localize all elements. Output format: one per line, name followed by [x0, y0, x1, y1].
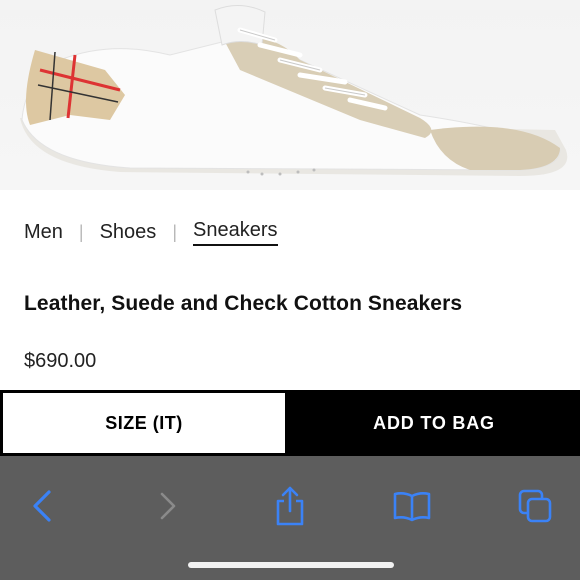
tabs-button[interactable] [505, 476, 565, 536]
browser-toolbar [0, 456, 580, 580]
breadcrumb-item-sneakers[interactable]: Sneakers [193, 219, 278, 246]
breadcrumb-item-men[interactable]: Men [24, 221, 63, 244]
tabs-icon [518, 489, 552, 523]
breadcrumb-item-shoes[interactable]: Shoes [100, 221, 157, 244]
share-button[interactable] [260, 476, 320, 536]
product-price: $690.00 [24, 350, 97, 372]
size-select-button[interactable]: SIZE (IT) [0, 390, 288, 456]
sneaker-illustration [20, 5, 568, 176]
breadcrumb: Men | Shoes | Sneakers [24, 218, 278, 246]
home-indicator[interactable] [188, 562, 394, 568]
back-button[interactable] [12, 476, 72, 536]
forward-icon [160, 492, 176, 520]
breadcrumb-separator: | [172, 221, 177, 242]
product-image[interactable] [0, 0, 580, 190]
forward-button[interactable] [138, 476, 198, 536]
purchase-action-bar: SIZE (IT) ADD TO BAG [0, 390, 580, 456]
share-icon [276, 486, 304, 526]
bookmarks-icon [393, 492, 431, 522]
bookmarks-button[interactable] [382, 476, 442, 536]
back-icon [33, 490, 51, 522]
product-title: Leather, Suede and Check Cotton Sneakers [24, 292, 463, 315]
add-to-bag-button[interactable]: ADD TO BAG [288, 390, 580, 456]
breadcrumb-separator: | [78, 221, 84, 242]
